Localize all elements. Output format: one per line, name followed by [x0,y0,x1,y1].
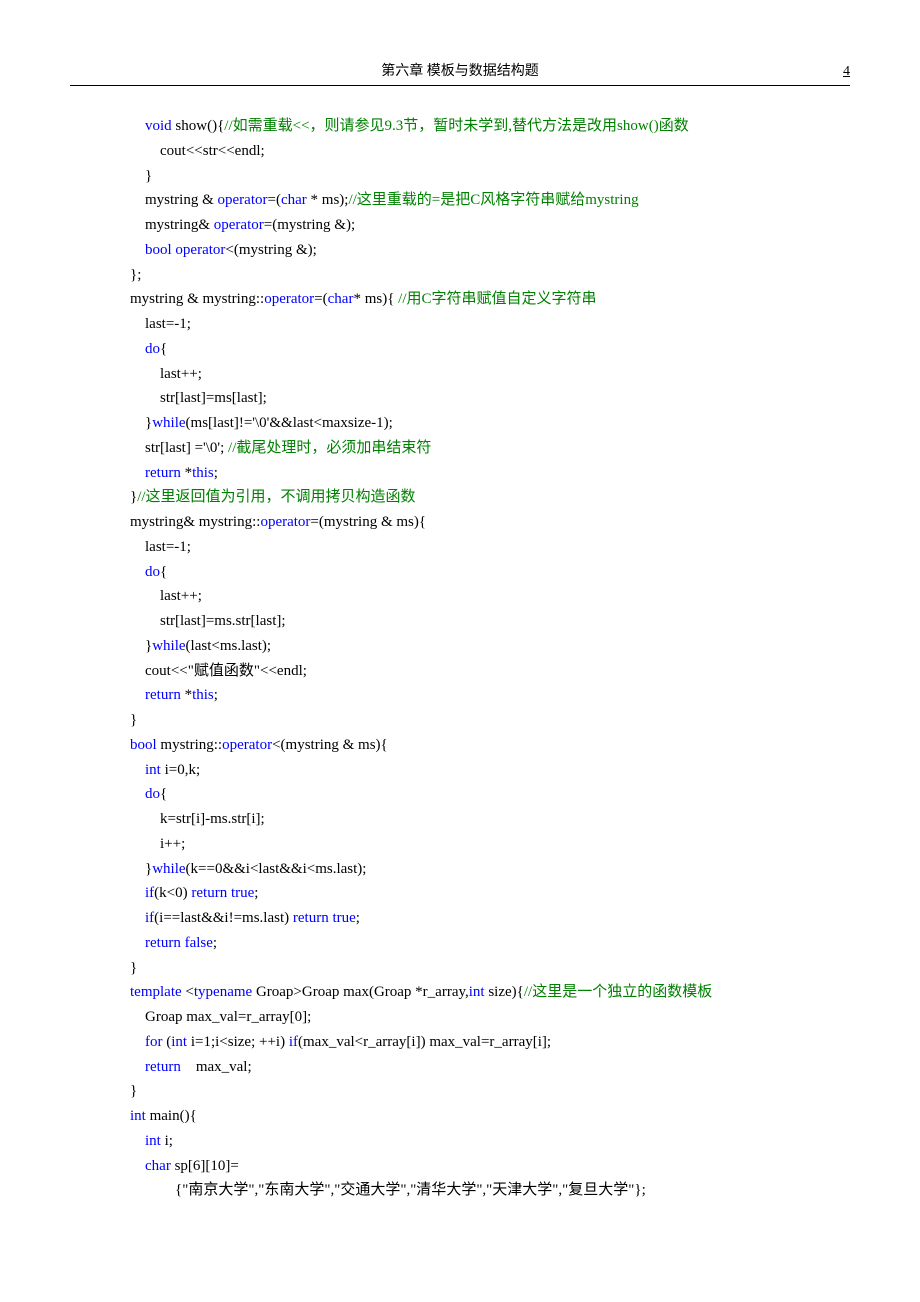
code-line: mystring& operator=(mystring &); [130,213,850,238]
code-line: mystring& mystring::operator=(mystring &… [130,510,850,535]
code-line: Groap max_val=r_array[0]; [130,1005,850,1030]
code-line: } [130,1079,850,1104]
page-number: 4 [843,60,850,83]
code-line: {"南京大学","东南大学","交通大学","清华大学","天津大学","复旦大… [130,1178,850,1203]
code-line: } [130,708,850,733]
code-line: do{ [130,782,850,807]
code-line: mystring & operator=(char * ms);//这里重载的=… [130,188,850,213]
code-line: for (int i=1;i<size; ++i) if(max_val<r_a… [130,1030,850,1055]
code-line: if(k<0) return true; [130,881,850,906]
code-line: }//这里返回值为引用，不调用拷贝构造函数 [130,485,850,510]
code-line: return *this; [130,461,850,486]
code-line: int i; [130,1129,850,1154]
code-line: } [130,956,850,981]
code-line: return max_val; [130,1055,850,1080]
code-line: do{ [130,560,850,585]
code-line: int i=0,k; [130,758,850,783]
code-line: } [130,164,850,189]
code-line: str[last]=ms.str[last]; [130,609,850,634]
code-line: bool mystring::operator<(mystring & ms){ [130,733,850,758]
code-line: do{ [130,337,850,362]
code-line: str[last]=ms[last]; [130,386,850,411]
code-line: i++; [130,832,850,857]
code-line: last=-1; [130,535,850,560]
code-line: cout<<str<<endl; [130,139,850,164]
code-line: mystring & mystring::operator=(char* ms)… [130,287,850,312]
code-line: return *this; [130,683,850,708]
code-line: void show(){//如需重载<<，则请参见9.3节，暂时未学到,替代方法… [130,114,850,139]
code-line: template <typename Groap>Groap max(Groap… [130,980,850,1005]
code-line: int main(){ [130,1104,850,1129]
page-header: 第六章 模板与数据结构题 4 [70,60,850,83]
code-line: bool operator<(mystring &); [130,238,850,263]
code-line: if(i==last&&i!=ms.last) return true; [130,906,850,931]
code-line: last++; [130,362,850,387]
code-line: }while(ms[last]!='\0'&&last<maxsize-1); [130,411,850,436]
code-line: str[last] ='\0'; //截尾处理时，必须加串结束符 [130,436,850,461]
code-line: k=str[i]-ms.str[i]; [130,807,850,832]
code-line: }; [130,263,850,288]
code-line: char sp[6][10]= [130,1154,850,1179]
code-line: return false; [130,931,850,956]
code-listing: void show(){//如需重载<<，则请参见9.3节，暂时未学到,替代方法… [70,114,850,1203]
code-line: last++; [130,584,850,609]
header-rule [70,85,850,86]
code-line: }while(last<ms.last); [130,634,850,659]
code-line: cout<<"赋值函数"<<endl; [130,659,850,684]
header-title: 第六章 模板与数据结构题 [381,60,539,83]
code-line: }while(k==0&&i<last&&i<ms.last); [130,857,850,882]
code-line: last=-1; [130,312,850,337]
